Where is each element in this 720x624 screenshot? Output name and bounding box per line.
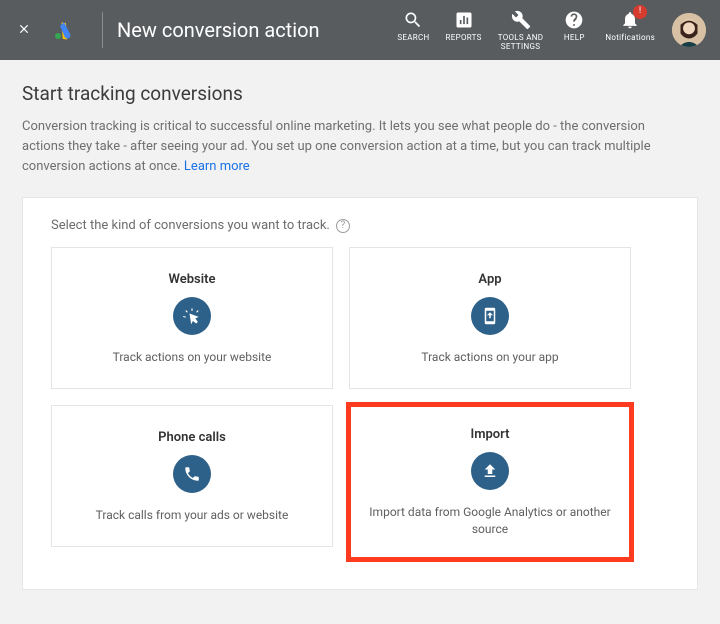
- nav-notifications-label: Notifications: [605, 34, 655, 43]
- learn-more-link[interactable]: Learn more: [184, 159, 250, 174]
- reports-icon: [453, 9, 475, 31]
- main-heading: Start tracking conversions: [22, 82, 698, 105]
- card-import-desc: Import data from Google Analytics or ano…: [362, 504, 618, 538]
- card-import-title: Import: [470, 427, 509, 442]
- card-phone-calls[interactable]: Phone calls Track calls from your ads or…: [51, 405, 333, 547]
- conversion-type-panel: Select the kind of conversions you want …: [22, 197, 698, 590]
- notification-badge: !: [633, 5, 647, 19]
- card-app-title: App: [478, 272, 501, 287]
- card-phone-title: Phone calls: [158, 430, 226, 445]
- nav-notifications[interactable]: ! Notifications: [598, 5, 662, 47]
- app-download-icon: [471, 297, 509, 335]
- intro-text: Conversion tracking is critical to succe…: [22, 119, 651, 174]
- nav-tools-label: TOOLS AND SETTINGS: [498, 34, 544, 52]
- help-icon: [563, 9, 585, 31]
- wrench-icon: [510, 9, 532, 31]
- nav-search-label: SEARCH: [397, 34, 429, 43]
- nav-tools-settings[interactable]: TOOLS AND SETTINGS: [491, 5, 551, 56]
- card-app-desc: Track actions on your app: [421, 349, 558, 366]
- card-phone-desc: Track calls from your ads or website: [96, 507, 289, 524]
- card-app[interactable]: App Track actions on your app: [349, 247, 631, 389]
- avatar-icon: [672, 13, 706, 47]
- phone-icon: [173, 455, 211, 493]
- upload-icon: [471, 452, 509, 490]
- close-button[interactable]: [8, 14, 40, 46]
- card-import[interactable]: Import Import data from Google Analytics…: [349, 405, 631, 559]
- close-icon: [17, 21, 31, 40]
- help-tooltip-icon[interactable]: ?: [336, 219, 350, 233]
- nav-help-label: HELP: [564, 34, 585, 43]
- intro-paragraph: Conversion tracking is critical to succe…: [22, 117, 682, 177]
- bell-icon: !: [619, 9, 641, 31]
- card-website-desc: Track actions on your website: [113, 349, 272, 366]
- vertical-divider: [102, 12, 103, 48]
- content-area: Start tracking conversions Conversion tr…: [0, 60, 720, 624]
- card-website[interactable]: Website Track actions on your website: [51, 247, 333, 389]
- page-title: New conversion action: [117, 18, 320, 42]
- cursor-click-icon: [173, 297, 211, 335]
- nav-search[interactable]: SEARCH: [390, 5, 436, 47]
- top-nav: SEARCH REPORTS TOOLS AND SETTINGS HELP !: [390, 5, 662, 56]
- nav-help[interactable]: HELP: [552, 5, 596, 47]
- search-icon: [402, 9, 424, 31]
- panel-instruction-text: Select the kind of conversions you want …: [51, 218, 330, 233]
- panel-instruction: Select the kind of conversions you want …: [51, 218, 669, 233]
- account-avatar[interactable]: [672, 13, 706, 47]
- top-bar: New conversion action SEARCH REPORTS TOO…: [0, 0, 720, 60]
- google-ads-logo-icon: [52, 18, 76, 42]
- nav-reports[interactable]: REPORTS: [439, 5, 489, 47]
- card-website-title: Website: [169, 272, 216, 287]
- nav-reports-label: REPORTS: [446, 34, 482, 43]
- conversion-cards: Website Track actions on your website Ap…: [51, 247, 631, 559]
